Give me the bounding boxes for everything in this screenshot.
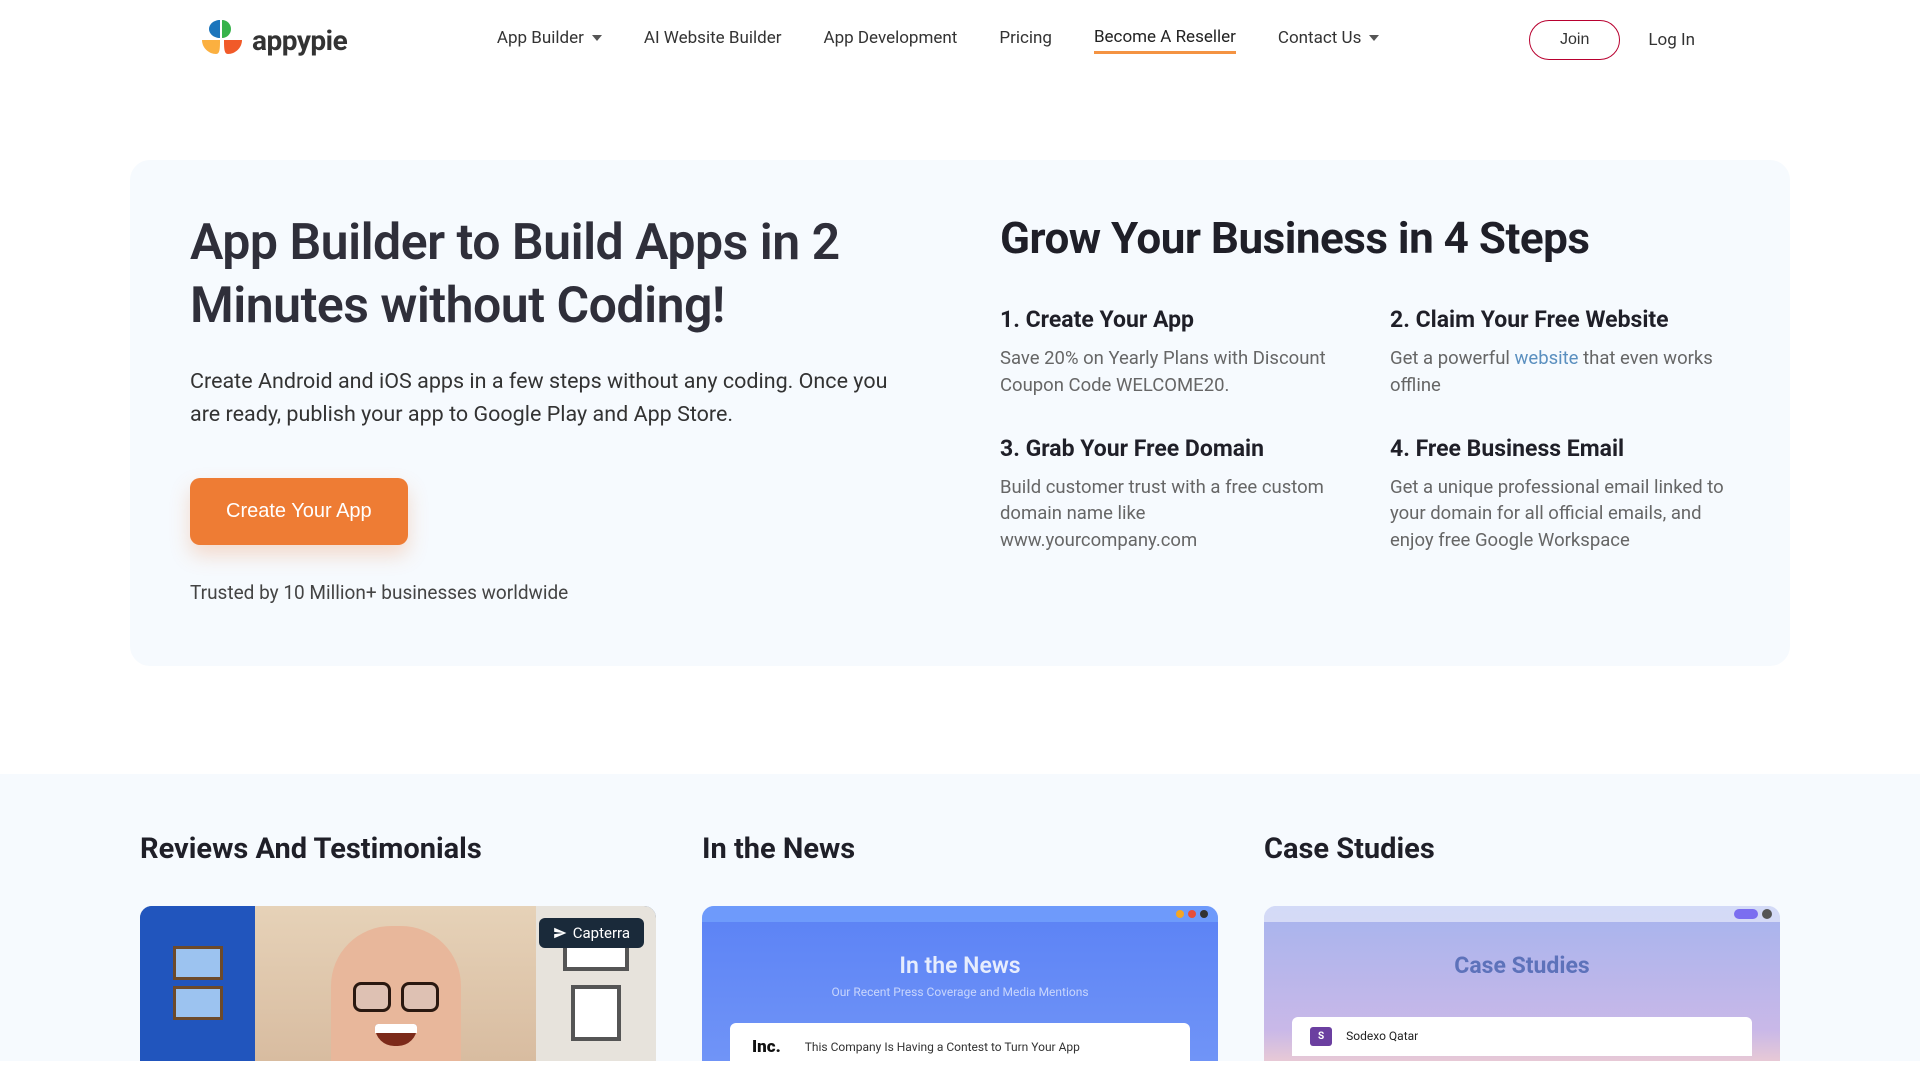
nav-label: Become A Reseller [1094, 27, 1236, 47]
main-nav: App Builder AI Website Builder App Devel… [497, 27, 1379, 54]
case-item: S Sodexo Qatar [1292, 1017, 1752, 1056]
step-title: 4. Free Business Email [1390, 435, 1730, 462]
sodexo-icon: S [1310, 1027, 1332, 1046]
card-reviews: Reviews And Testimonials [140, 832, 656, 1061]
step-desc: Get a powerful website that even works o… [1390, 345, 1730, 399]
hero-title: App Builder to Build Apps in 2 Minutes w… [190, 212, 890, 337]
news-inner-title: In the News [702, 952, 1218, 979]
chevron-down-icon [592, 35, 602, 41]
steps-grid: 1. Create Your App Save 20% on Yearly Pl… [1000, 306, 1730, 554]
hero-right: Grow Your Business in 4 Steps 1. Create … [1000, 212, 1730, 604]
step-desc: Save 20% on Yearly Plans with Discount C… [1000, 345, 1340, 399]
step-desc: Get a unique professional email linked t… [1390, 474, 1730, 554]
card-news: In the News In the News Our Recent Press… [702, 832, 1218, 1061]
website-link[interactable]: website [1514, 347, 1578, 369]
nav-pricing[interactable]: Pricing [999, 28, 1052, 52]
sodexo-text: Sodexo Qatar [1346, 1029, 1418, 1043]
case-thumbnail[interactable]: Case Studies S Sodexo Qatar [1264, 906, 1780, 1061]
case-inner-title: Case Studies [1264, 952, 1780, 979]
card-title: Case Studies [1264, 832, 1780, 866]
browser-chrome [702, 906, 1218, 922]
create-your-app-button[interactable]: Create Your App [190, 478, 408, 545]
step-1: 1. Create Your App Save 20% on Yearly Pl… [1000, 306, 1340, 399]
step-4: 4. Free Business Email Get a unique prof… [1390, 435, 1730, 554]
card-title: In the News [702, 832, 1218, 866]
nav-label: App Builder [497, 28, 584, 48]
inc-logo: Inc. [752, 1037, 781, 1057]
nav-contact-us[interactable]: Contact Us [1278, 28, 1379, 52]
card-title: Reviews And Testimonials [140, 832, 656, 866]
header: appypie App Builder AI Website Builder A… [0, 0, 1920, 80]
logo-text: appypie [252, 24, 347, 57]
paper-plane-icon [553, 926, 567, 940]
cards-row: Reviews And Testimonials [0, 774, 1920, 1061]
step-desc: Build customer trust with a free custom … [1000, 474, 1340, 554]
nav-label: Pricing [999, 28, 1052, 48]
nav-become-reseller[interactable]: Become A Reseller [1094, 27, 1236, 54]
logo[interactable]: appypie [200, 18, 347, 62]
nav-label: AI Website Builder [644, 28, 782, 48]
step-title: 3. Grab Your Free Domain [1000, 435, 1340, 462]
text: Get a powerful [1390, 347, 1514, 369]
join-button[interactable]: Join [1529, 20, 1620, 60]
nav-app-builder[interactable]: App Builder [497, 28, 602, 52]
card-case-studies: Case Studies Case Studies S Sodexo Qatar [1264, 832, 1780, 1061]
browser-chrome [1264, 906, 1780, 922]
chevron-down-icon [1369, 35, 1379, 41]
hero-subtitle: Create Android and iOS apps in a few ste… [190, 365, 890, 432]
trusted-text: Trusted by 10 Million+ businesses worldw… [190, 581, 890, 604]
step-title: 1. Create Your App [1000, 306, 1340, 333]
step-2: 2. Claim Your Free Website Get a powerfu… [1390, 306, 1730, 399]
steps-heading: Grow Your Business in 4 Steps [1000, 212, 1730, 264]
capterra-label: Capterra [573, 924, 630, 942]
auth-area: Join Log In [1529, 20, 1695, 60]
capterra-badge: Capterra [539, 918, 644, 948]
nav-label: Contact Us [1278, 28, 1361, 48]
nav-app-development[interactable]: App Development [823, 28, 957, 52]
hero-left: App Builder to Build Apps in 2 Minutes w… [190, 212, 890, 604]
step-3: 3. Grab Your Free Domain Build customer … [1000, 435, 1340, 554]
nav-ai-website-builder[interactable]: AI Website Builder [644, 28, 782, 52]
news-item: Inc. This Company Is Having a Contest to… [730, 1023, 1190, 1061]
login-link[interactable]: Log In [1648, 30, 1695, 50]
news-thumbnail[interactable]: In the News Our Recent Press Coverage an… [702, 906, 1218, 1061]
nav-label: App Development [823, 28, 957, 48]
logo-icon [200, 18, 244, 62]
step-title: 2. Claim Your Free Website [1390, 306, 1730, 333]
reviews-thumbnail[interactable]: Capterra [140, 906, 656, 1061]
inc-text: This Company Is Having a Contest to Turn… [805, 1040, 1080, 1054]
hero: App Builder to Build Apps in 2 Minutes w… [130, 160, 1790, 666]
news-inner-sub: Our Recent Press Coverage and Media Ment… [702, 985, 1218, 999]
